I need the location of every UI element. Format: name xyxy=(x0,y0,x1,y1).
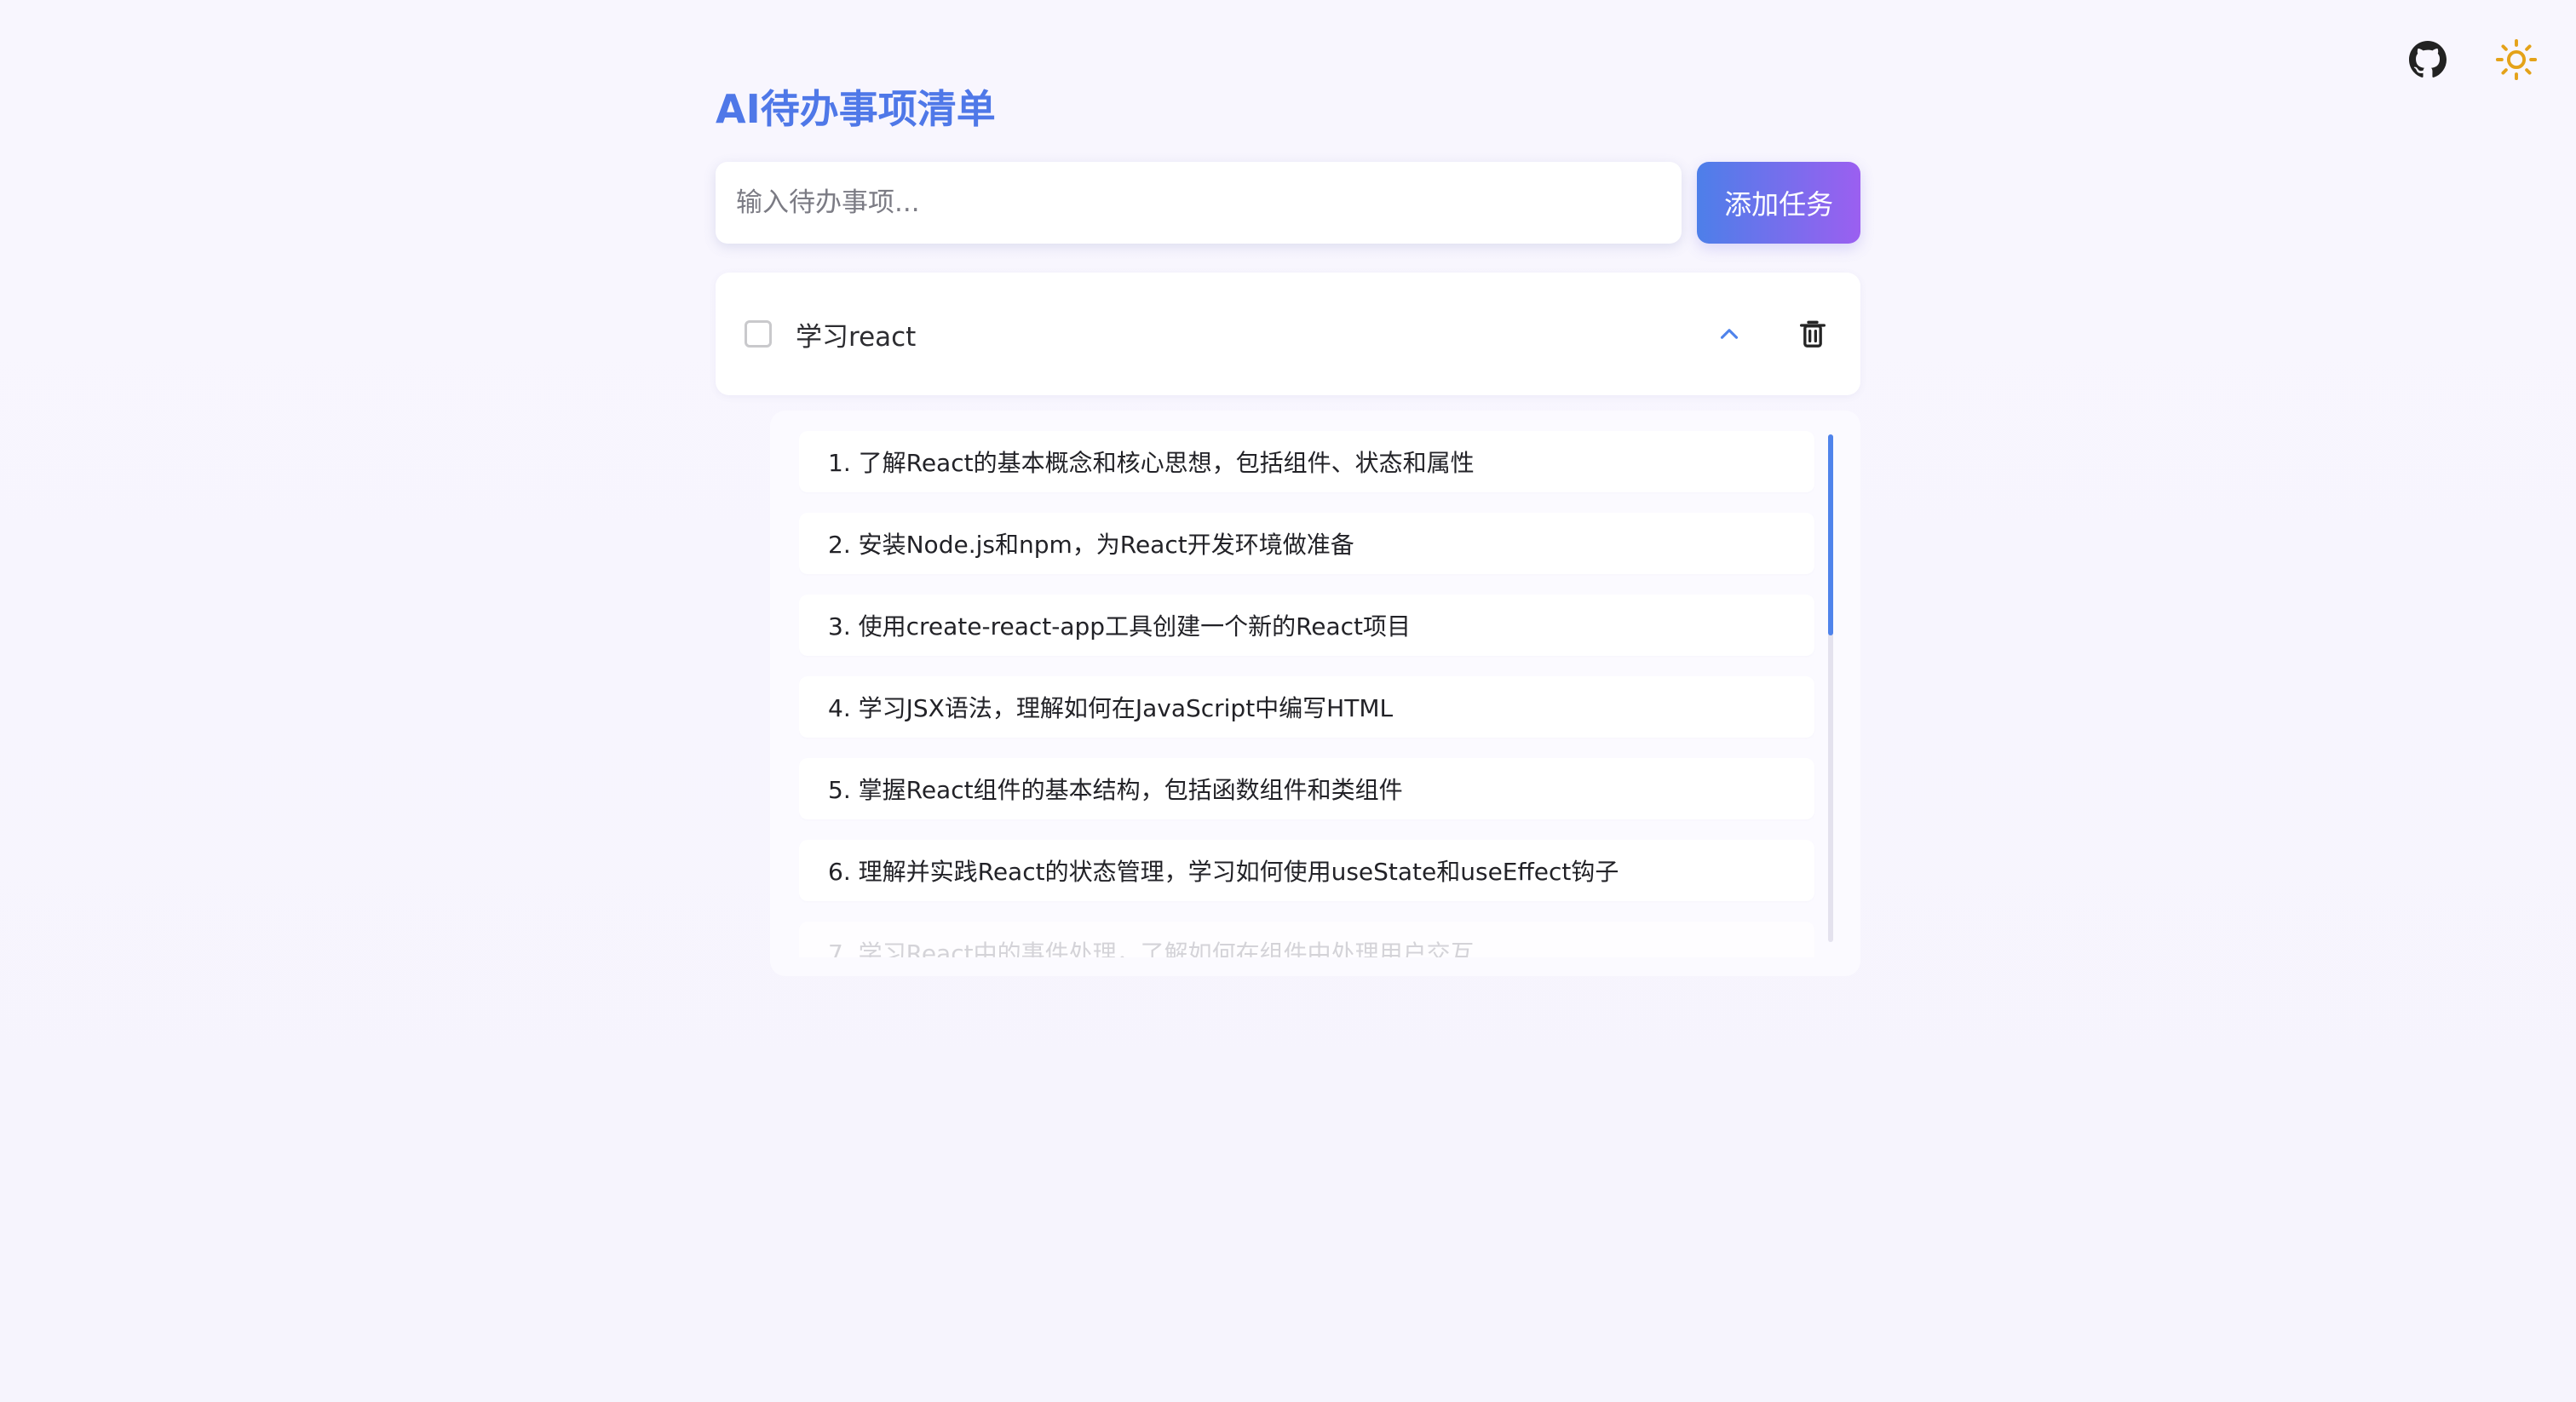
github-icon[interactable] xyxy=(2404,36,2452,83)
subtask-item: 1. 了解React的基本概念和核心思想，包括组件、状态和属性 xyxy=(799,431,1814,492)
task-title: 学习react xyxy=(796,321,917,353)
todo-app-page: AI待办事项清单 添加任务 学习react xyxy=(0,0,2576,1402)
task-item: 学习react xyxy=(716,273,1860,395)
subtask-item: 7. 学习React中的事件处理，了解如何在组件中处理用户交互 xyxy=(799,922,1814,957)
subtask-item: 3. 使用create-react-app工具创建一个新的React项目 xyxy=(799,595,1814,656)
subtask-item: 5. 掌握React组件的基本结构，包括函数组件和类组件 xyxy=(799,758,1814,819)
task-checkbox[interactable] xyxy=(745,320,772,348)
add-task-button[interactable]: 添加任务 xyxy=(1697,162,1860,244)
app-title: AI待办事项清单 xyxy=(716,86,996,132)
scrollbar-thumb[interactable] xyxy=(1828,434,1833,635)
task-actions xyxy=(1705,310,1837,358)
trash-icon[interactable] xyxy=(1789,310,1837,358)
subtask-list[interactable]: 1. 了解React的基本概念和核心思想，包括组件、状态和属性 2. 安装Nod… xyxy=(799,431,1831,957)
sun-icon[interactable] xyxy=(2493,36,2540,83)
subtask-item: 6. 理解并实践React的状态管理，学习如何使用useState和useEff… xyxy=(799,840,1814,901)
task-input[interactable] xyxy=(716,162,1682,244)
subtask-panel: 1. 了解React的基本概念和核心思想，包括组件、状态和属性 2. 安装Nod… xyxy=(770,411,1860,976)
chevron-up-icon[interactable] xyxy=(1705,310,1753,358)
todo-container: AI待办事项清单 添加任务 学习react xyxy=(716,82,1860,976)
header-actions xyxy=(2404,36,2540,83)
vertical-scrollbar[interactable] xyxy=(1828,434,1833,942)
task-input-row: 添加任务 xyxy=(716,162,1860,244)
subtask-item: 2. 安装Node.js和npm，为React开发环境做准备 xyxy=(799,513,1814,574)
subtask-item: 4. 学习JSX语法，理解如何在JavaScript中编写HTML xyxy=(799,676,1814,738)
